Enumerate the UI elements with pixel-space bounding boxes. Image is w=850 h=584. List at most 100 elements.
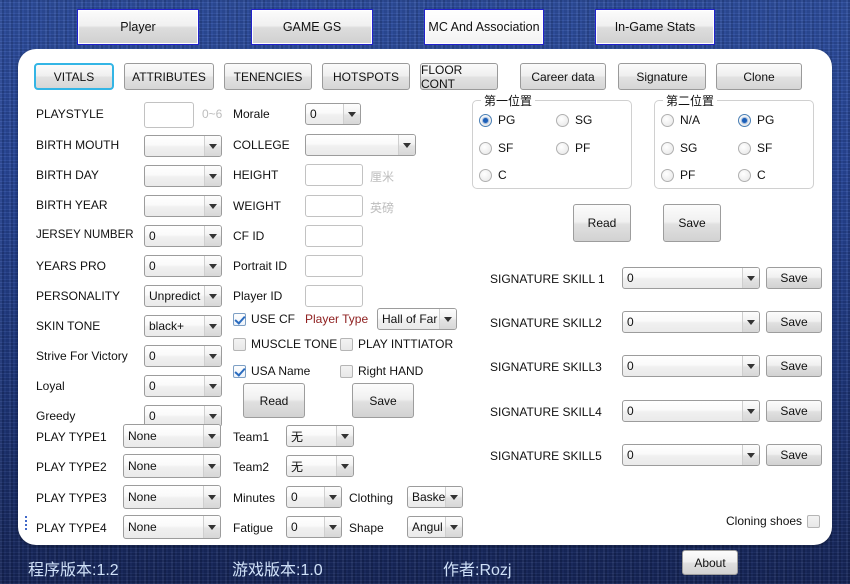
- radio-icon[interactable]: [479, 168, 492, 182]
- chevron-down-icon[interactable]: [398, 135, 415, 155]
- tab-vitals[interactable]: VITALS: [34, 63, 114, 90]
- jersey-number-combo[interactable]: 0: [144, 225, 222, 247]
- signature-skill-1-combo[interactable]: 0: [622, 267, 760, 289]
- pos2-radio-pg[interactable]: PG: [738, 113, 774, 127]
- signature-skill-2-combo[interactable]: 0: [622, 311, 760, 333]
- chevron-down-icon[interactable]: [204, 136, 221, 156]
- vitals-read-button[interactable]: Read: [243, 383, 305, 418]
- weight-input[interactable]: [305, 195, 363, 217]
- vitals-save-button[interactable]: Save: [352, 383, 414, 418]
- main-tab-in-game-stats[interactable]: In-Game Stats: [595, 9, 715, 45]
- pos2-radio-c[interactable]: C: [738, 168, 766, 182]
- pos1-radio-c[interactable]: C: [479, 168, 507, 182]
- chevron-down-icon[interactable]: [204, 346, 221, 366]
- cloning-shoes-checkbox[interactable]: Cloning shoes: [726, 514, 821, 528]
- personality-combo[interactable]: Unpredict: [144, 285, 222, 307]
- right-hand-checkbox[interactable]: Right HAND: [340, 364, 423, 378]
- chevron-down-icon[interactable]: [445, 487, 462, 507]
- radio-icon[interactable]: [479, 141, 492, 155]
- main-tab-mc-and-association[interactable]: MC And Association: [424, 9, 544, 45]
- tab-hotspots[interactable]: HOTSPOTS: [322, 63, 410, 90]
- chevron-down-icon[interactable]: [204, 256, 221, 276]
- pos1-radio-pg[interactable]: PG: [479, 113, 515, 127]
- play-type4-combo[interactable]: None: [123, 515, 221, 539]
- play-type2-combo[interactable]: None: [123, 454, 221, 478]
- shape-combo[interactable]: Angul: [407, 516, 463, 538]
- playstyle-input[interactable]: [144, 102, 194, 128]
- chevron-down-icon[interactable]: [336, 426, 353, 446]
- radio-icon[interactable]: [556, 141, 569, 155]
- play-type3-combo[interactable]: None: [123, 485, 221, 509]
- chevron-down-icon[interactable]: [204, 226, 221, 246]
- about-button[interactable]: About: [682, 550, 738, 575]
- checkbox-icon[interactable]: [233, 337, 246, 351]
- tab-clone[interactable]: Clone: [716, 63, 802, 90]
- use-cf-checkbox[interactable]: USE CF: [233, 312, 295, 326]
- chevron-down-icon[interactable]: [742, 312, 759, 332]
- position-read-button[interactable]: Read: [573, 204, 631, 242]
- chevron-down-icon[interactable]: [742, 268, 759, 288]
- chevron-down-icon[interactable]: [204, 286, 221, 306]
- player-type-combo[interactable]: Hall of Far: [377, 308, 457, 330]
- chevron-down-icon[interactable]: [343, 104, 360, 124]
- chevron-down-icon[interactable]: [742, 356, 759, 376]
- play-type1-combo[interactable]: None: [123, 424, 221, 448]
- portrait-id-input[interactable]: [305, 255, 363, 277]
- main-tab-game-gs[interactable]: GAME GS: [251, 9, 373, 45]
- signature-skill-2-save-button[interactable]: Save: [766, 311, 822, 333]
- signature-skill-5-save-button[interactable]: Save: [766, 444, 822, 466]
- radio-icon[interactable]: [479, 113, 492, 127]
- play-initiator-checkbox[interactable]: PLAY INTTIATOR: [340, 337, 453, 351]
- chevron-down-icon[interactable]: [204, 166, 221, 186]
- pos1-radio-sg[interactable]: SG: [556, 113, 592, 127]
- tab-attributes[interactable]: ATTRIBUTES: [124, 63, 214, 90]
- minutes-combo[interactable]: 0: [286, 486, 342, 508]
- pos1-radio-sf[interactable]: SF: [479, 141, 513, 155]
- tab-tenencies[interactable]: TENENCIES: [224, 63, 312, 90]
- chevron-down-icon[interactable]: [324, 517, 341, 537]
- signature-skill-3-save-button[interactable]: Save: [766, 355, 822, 377]
- signature-skill-1-save-button[interactable]: Save: [766, 267, 822, 289]
- signature-skill-4-save-button[interactable]: Save: [766, 400, 822, 422]
- morale-combo[interactable]: 0: [305, 103, 361, 125]
- radio-icon[interactable]: [661, 141, 674, 155]
- checkbox-icon[interactable]: [807, 514, 821, 528]
- signature-skill-4-combo[interactable]: 0: [622, 400, 760, 422]
- position-save-button[interactable]: Save: [663, 204, 721, 242]
- radio-icon[interactable]: [738, 113, 751, 127]
- chevron-down-icon[interactable]: [203, 516, 220, 538]
- team2-combo[interactable]: 无: [286, 455, 354, 477]
- checkbox-icon[interactable]: [340, 337, 353, 351]
- pos2-radio-sf[interactable]: SF: [738, 141, 772, 155]
- skin-tone-combo[interactable]: black+: [144, 315, 222, 337]
- usa-name-checkbox[interactable]: USA Name: [233, 364, 310, 378]
- chevron-down-icon[interactable]: [742, 445, 759, 465]
- college-combo[interactable]: [305, 134, 416, 156]
- tab-floor-cont[interactable]: FLOOR CONT: [420, 63, 498, 91]
- chevron-down-icon[interactable]: [445, 517, 462, 537]
- chevron-down-icon[interactable]: [204, 406, 221, 426]
- checkbox-icon[interactable]: [233, 312, 246, 326]
- chevron-down-icon[interactable]: [203, 455, 220, 477]
- radio-icon[interactable]: [738, 168, 751, 182]
- signature-skill-5-combo[interactable]: 0: [622, 444, 760, 466]
- radio-icon[interactable]: [661, 168, 674, 182]
- clothing-combo[interactable]: Basket: [407, 486, 463, 508]
- chevron-down-icon[interactable]: [203, 486, 220, 508]
- pos2-radio-na[interactable]: N/A: [661, 113, 700, 127]
- chevron-down-icon[interactable]: [439, 309, 456, 329]
- chevron-down-icon[interactable]: [742, 401, 759, 421]
- strive-for-victory-combo[interactable]: 0: [144, 345, 222, 367]
- pos2-radio-pf[interactable]: PF: [661, 168, 695, 182]
- main-tab-player[interactable]: Player: [77, 9, 199, 45]
- birth-mouth-combo[interactable]: [144, 135, 222, 157]
- radio-icon[interactable]: [661, 113, 674, 127]
- signature-skill-3-combo[interactable]: 0: [622, 355, 760, 377]
- pos2-radio-sg[interactable]: SG: [661, 141, 697, 155]
- tab-signature[interactable]: Signature: [618, 63, 706, 90]
- team1-combo[interactable]: 无: [286, 425, 354, 447]
- muscle-tone-checkbox[interactable]: MUSCLE TONE: [233, 337, 337, 351]
- cf-id-input[interactable]: [305, 225, 363, 247]
- chevron-down-icon[interactable]: [203, 425, 220, 447]
- checkbox-icon[interactable]: [340, 364, 353, 378]
